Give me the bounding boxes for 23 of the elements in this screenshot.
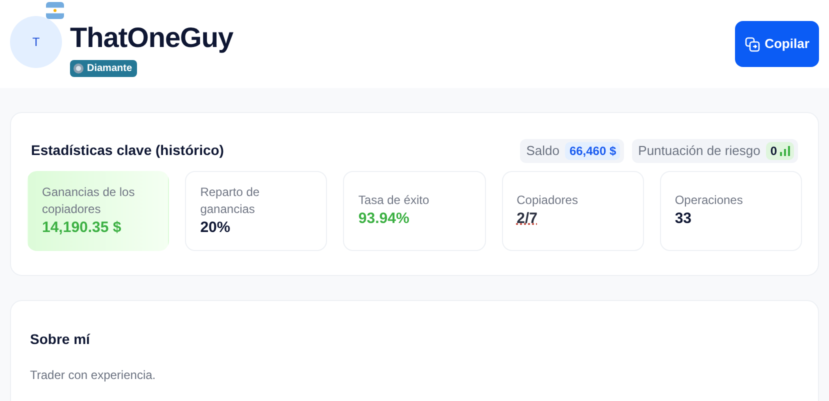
stat-label: Reparto de ganancias	[200, 184, 261, 218]
stat-value: 2/7	[516, 209, 538, 229]
pill-value: 66,460 $	[565, 142, 620, 160]
stat-label: Operaciones	[674, 192, 744, 209]
tier-badge: Diamante	[70, 60, 138, 78]
section-title: Estadísticas clave (histórico)	[31, 141, 224, 160]
stat-value: 93.94%	[358, 209, 410, 229]
stat-value: 20%	[200, 218, 232, 238]
username: ThatOneGuy	[70, 24, 234, 52]
pill-label: Saldo	[526, 142, 560, 160]
stat-label: Copiadores	[516, 192, 579, 209]
stat-value: 14,190.35 $	[42, 218, 122, 238]
avatar: T	[10, 16, 62, 68]
signal-bars-icon	[780, 146, 790, 156]
copy-icon	[744, 36, 760, 52]
pill-value: 0	[766, 142, 794, 160]
stat-label: Tasa de éxito	[358, 192, 430, 209]
pill-label: Puntuación de riesgo	[638, 142, 760, 160]
stat-value: 33	[674, 209, 692, 229]
about-text: Trader con experiencia.	[30, 366, 157, 384]
copy-button[interactable]: Copilar	[735, 21, 819, 67]
section-title: Sobre mí	[30, 330, 92, 348]
stat-label: Ganancias de los copiadores	[42, 184, 136, 218]
